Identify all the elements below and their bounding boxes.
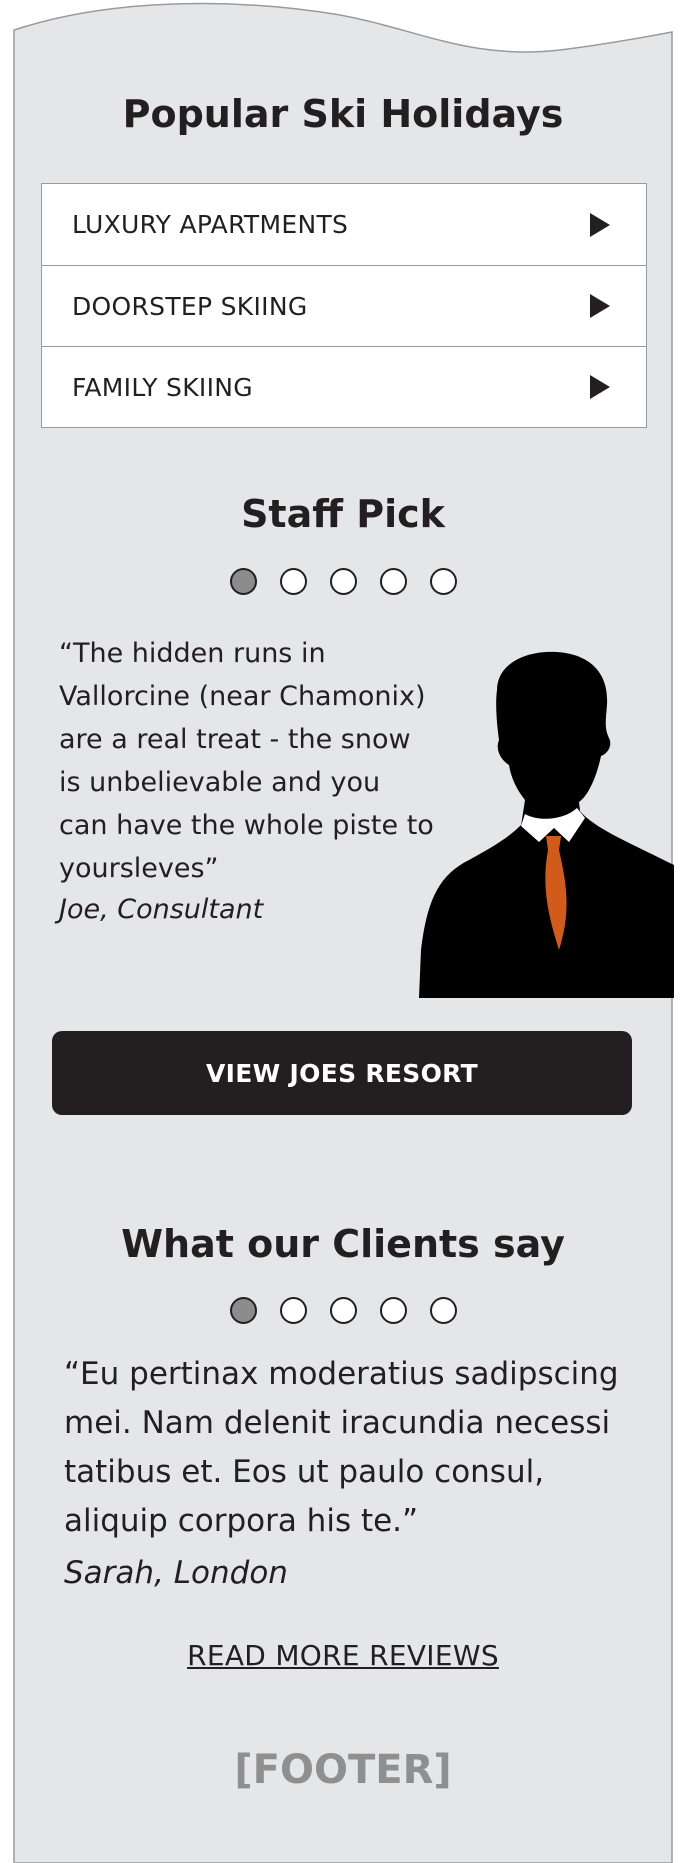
carousel-dot-2[interactable] [279,1297,307,1324]
carousel-dot-5[interactable] [429,568,457,595]
page-content: Popular Ski Holidays LUXURY APARTMENTS D… [14,0,674,1863]
carousel-dot-3[interactable] [329,1297,357,1324]
popular-holidays-list: LUXURY APARTMENTS DOORSTEP SKIING FAMILY… [41,183,647,428]
client-testimonial-author: Sarah, London [64,1555,288,1591]
carousel-dot-2[interactable] [279,568,307,595]
clients-carousel-dots [14,1297,672,1324]
staff-pick-carousel-dots [14,568,672,595]
staff-pick-author: Joe, Consultant [59,894,264,925]
menu-item-label: DOORSTEP SKIING [72,291,308,321]
menu-item-doorstep-skiing[interactable]: DOORSTEP SKIING [42,265,646,346]
view-joes-resort-button[interactable]: VIEW JOES RESORT [52,1031,632,1115]
carousel-dot-5[interactable] [429,1297,457,1324]
carousel-dot-1[interactable] [229,568,257,595]
carousel-dot-4[interactable] [379,1297,407,1324]
menu-item-label: LUXURY APARTMENTS [72,210,349,239]
play-arrow-icon [590,375,610,399]
businessman-silhouette-image [419,651,674,998]
menu-item-label: FAMILY SKIING [72,372,253,402]
staff-pick-quote: “The hidden runs in Vallorcine (near Cha… [59,638,434,884]
read-more-reviews-link[interactable]: READ MORE REVIEWS [14,1639,672,1672]
play-arrow-icon [590,294,610,318]
staff-pick-title: Staff Pick [241,492,445,536]
carousel-dot-3[interactable] [329,568,357,595]
menu-item-family-skiing[interactable]: FAMILY SKIING [42,346,646,427]
carousel-dot-1[interactable] [229,1297,257,1324]
clients-say-title: What our Clients say [121,1222,565,1266]
popular-holidays-title: Popular Ski Holidays [122,92,564,136]
footer-placeholder: [FOOTER] [234,1747,452,1793]
carousel-dot-4[interactable] [379,568,407,595]
play-arrow-icon [590,212,610,237]
menu-item-luxury-apartments[interactable]: LUXURY APARTMENTS [42,184,646,265]
client-testimonial-quote: “Eu pertinax moderatius sadipscing mei. … [64,1356,619,1539]
